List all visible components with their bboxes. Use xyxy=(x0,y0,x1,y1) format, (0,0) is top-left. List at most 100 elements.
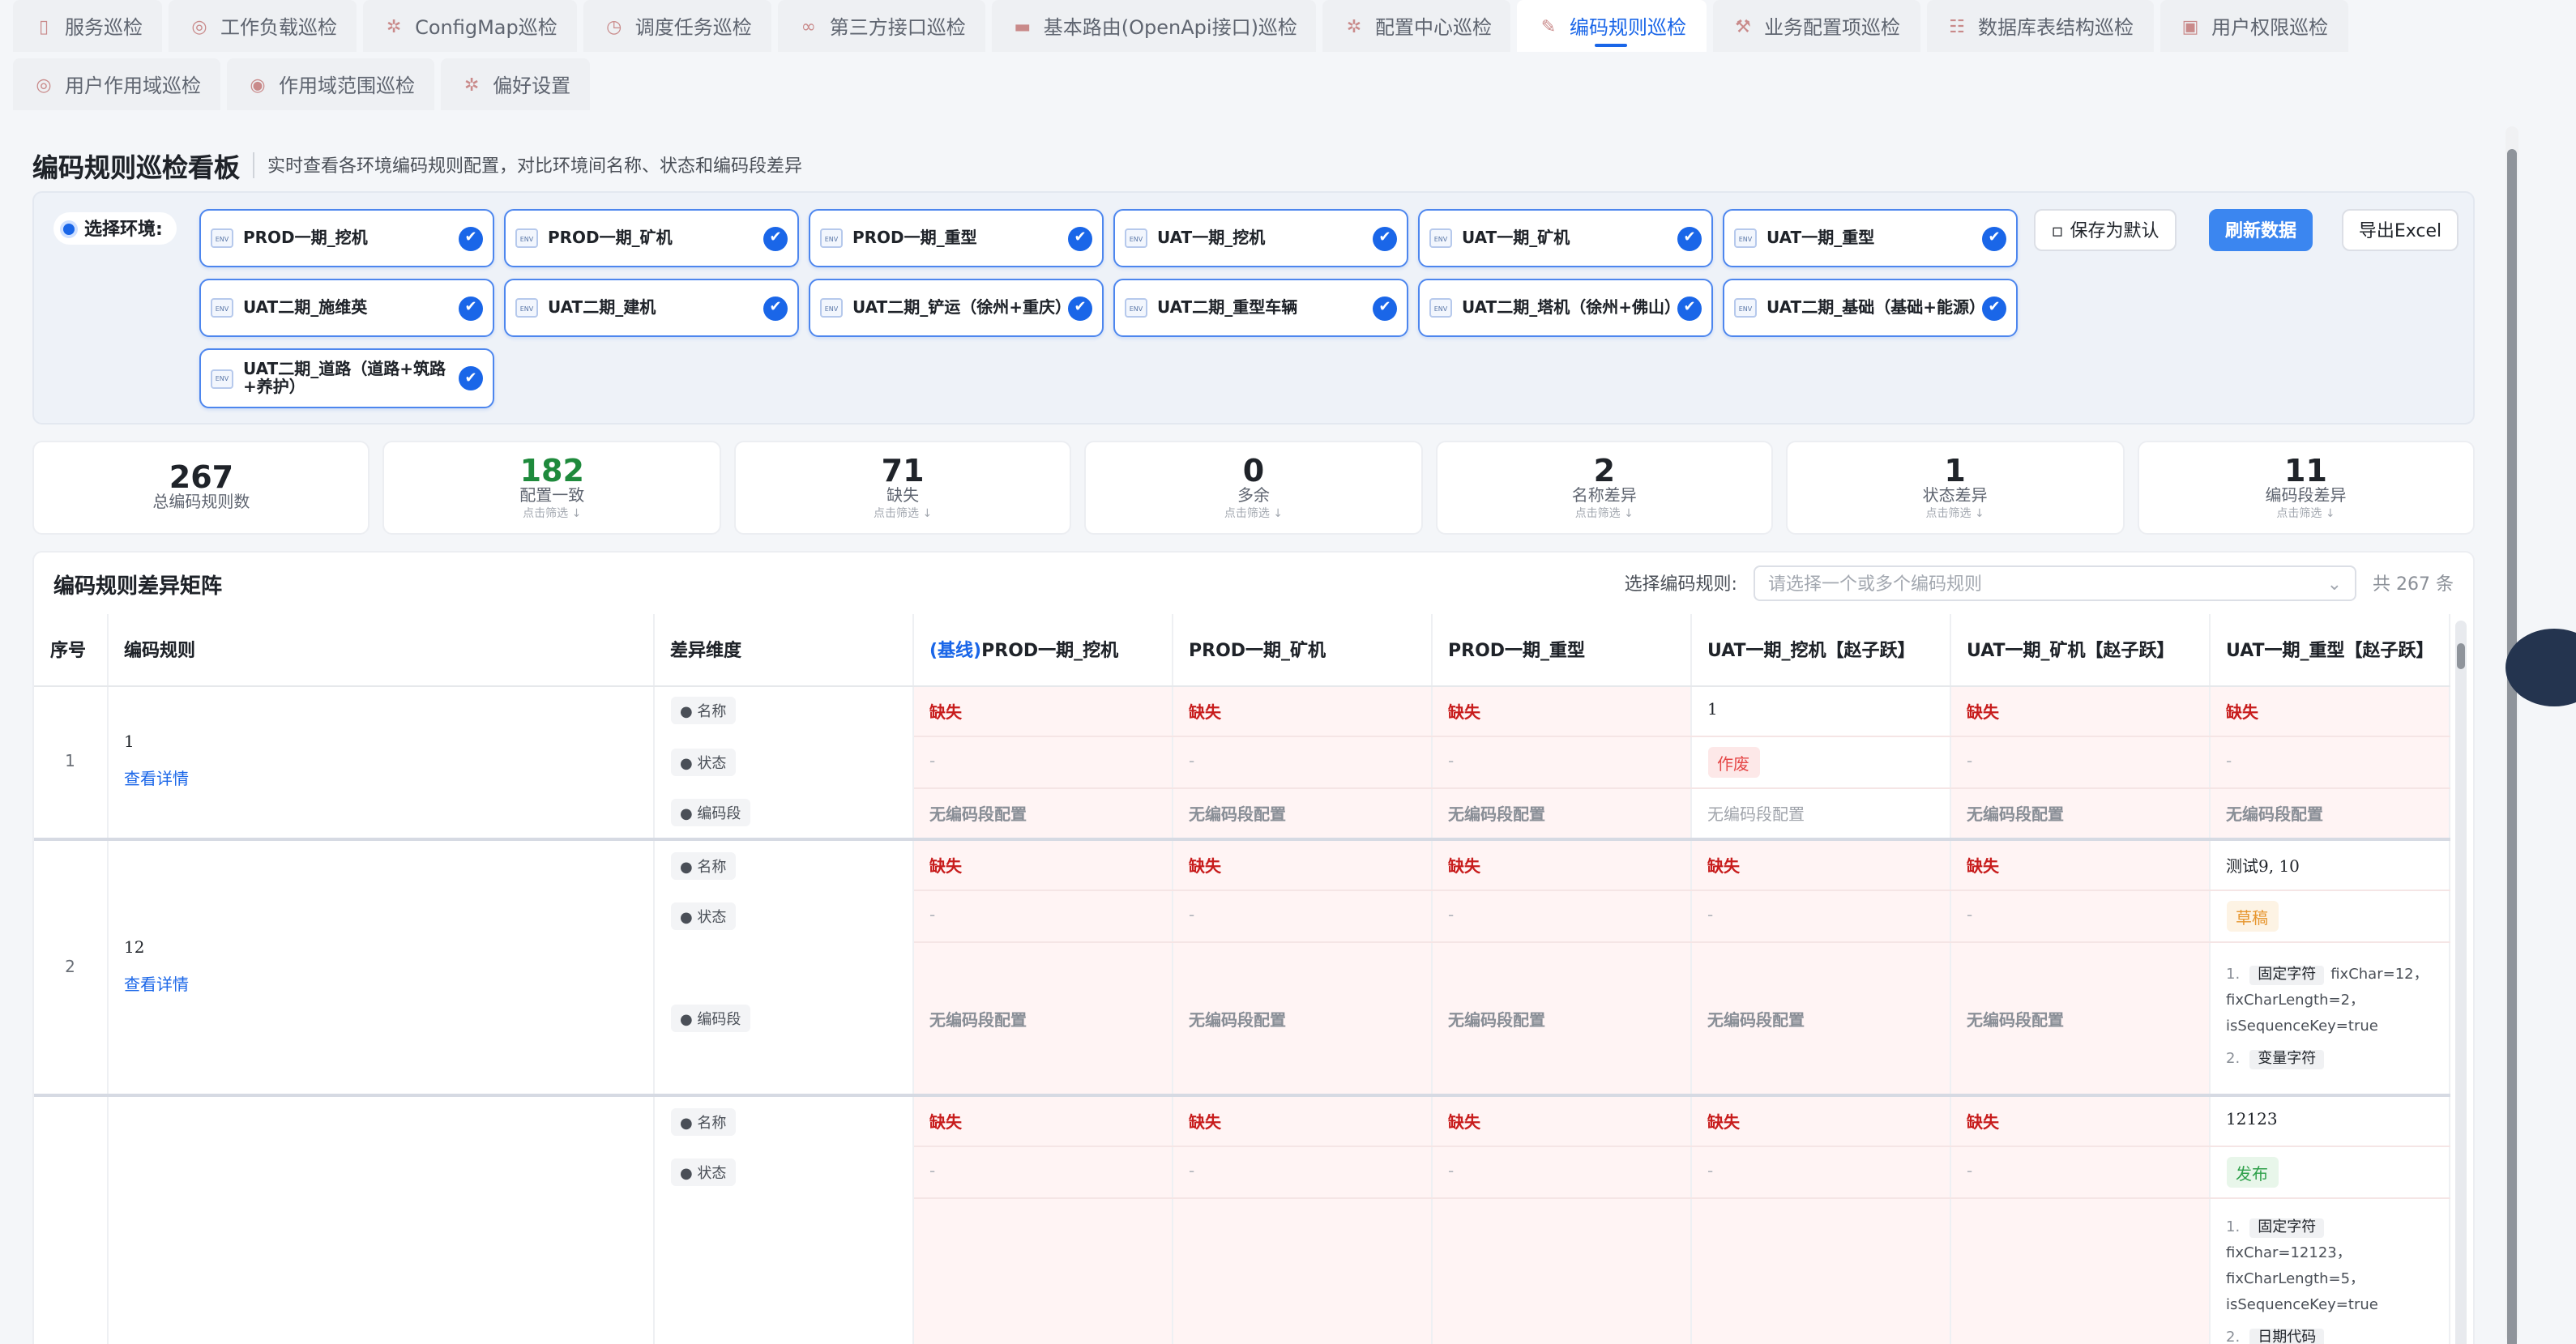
missing-value: 缺失 xyxy=(1967,1115,1999,1133)
status-badge: 发布 xyxy=(2226,1156,2278,1187)
tab-preferences[interactable]: ✲ 偏好设置 xyxy=(441,58,591,110)
dimension-cell: ● 编码段 xyxy=(653,941,913,1095)
segment-index: 2. xyxy=(2226,1052,2241,1069)
value-cell: - xyxy=(1950,736,2210,788)
dimension-cell: ● 名称 xyxy=(653,1094,913,1146)
tab-code-rule[interactable]: ✎ 编码规则巡检 xyxy=(1517,0,1706,52)
stat-missing[interactable]: 71 缺失 点击筛选 ↓ xyxy=(733,441,1072,535)
env-chip[interactable]: ENV UAT二期_塔机（徐州+佛山） ✔ xyxy=(1418,279,1713,337)
stat-segment-diff[interactable]: 11 编码段差异 点击筛选 ↓ xyxy=(2137,441,2475,535)
value-cell: 无编码段配置 xyxy=(1950,787,2210,840)
rule-select[interactable]: 请选择一个或多个编码规则 ⌄ xyxy=(1754,565,2356,601)
rule-cell: 1 查看详情 xyxy=(107,685,654,839)
target-icon: ◎ xyxy=(191,15,207,36)
env-chip-label: UAT二期_重型车辆 xyxy=(1157,299,1298,317)
value-cell: 无编码段配置 xyxy=(912,787,1173,840)
stat-label: 缺失 xyxy=(886,487,920,505)
value-cell: 缺失 xyxy=(2209,685,2450,736)
check-icon: ✔ xyxy=(1982,226,2006,250)
empty-value: - xyxy=(1189,1163,1195,1180)
tab-user-permission[interactable]: ▣ 用户权限巡检 xyxy=(2159,0,2348,52)
value-cell: 缺失 xyxy=(1690,1094,1950,1146)
env-chip[interactable]: ENV UAT一期_挖机 ✔ xyxy=(1113,209,1408,267)
tab-third-party[interactable]: ∞ 第三方接口巡检 xyxy=(777,0,985,52)
tab-label: 用户权限巡检 xyxy=(2211,15,2329,38)
no-segment-text: 无编码段配置 xyxy=(1967,1012,2064,1030)
tab-scope-range[interactable]: ◉ 作用域范围巡检 xyxy=(227,58,435,110)
export-excel-label: 导出Excel xyxy=(2358,220,2442,241)
env-icon: ENV xyxy=(211,369,233,388)
scrollbar-thumb[interactable] xyxy=(2457,643,2465,669)
tab-schedule[interactable]: ◷ 调度任务巡检 xyxy=(583,0,771,52)
stat-status-diff[interactable]: 1 状态差异 点击筛选 ↓ xyxy=(1786,441,2125,535)
tab-label: 数据库表结构巡检 xyxy=(1978,15,2134,38)
value-cell: - xyxy=(912,890,1173,942)
tab-user-scope[interactable]: ◎ 用户作用域巡检 xyxy=(13,58,221,110)
chevron-down-icon: ⌄ xyxy=(2326,573,2342,594)
dimension-cell: ● 名称 xyxy=(653,838,913,890)
env-icon: ENV xyxy=(1125,228,1147,248)
tab-configmap[interactable]: ✲ ConfigMap巡检 xyxy=(363,0,577,52)
table-scrollbar[interactable] xyxy=(2455,621,2467,1344)
stat-consistent[interactable]: 182 配置一致 点击筛选 ↓ xyxy=(382,441,721,535)
empty-value: - xyxy=(2226,753,2232,770)
stat-label: 编码段差异 xyxy=(2265,487,2347,505)
table-row: 2 12 查看详情 ● 名称 缺失 缺失 缺失 缺失 缺失 测试9, 10 xyxy=(34,838,2450,1095)
scrollbar-thumb[interactable] xyxy=(2507,149,2517,1344)
value-cell: - xyxy=(1431,890,1691,942)
value-cell xyxy=(912,1197,1173,1344)
stat-extra[interactable]: 0 多余 点击筛选 ↓ xyxy=(1084,441,1423,535)
env-chip[interactable]: ENV PROD一期_挖机 ✔ xyxy=(199,209,494,267)
env-chip[interactable]: ENV UAT二期_道路（道路+筑路+养护） ✔ xyxy=(199,348,494,408)
column-header: 编码规则 xyxy=(107,614,654,686)
tab-label: 服务巡检 xyxy=(65,15,143,38)
dimension-cell: ● 编码段 xyxy=(653,787,913,839)
refresh-data-button[interactable]: 刷新数据 xyxy=(2209,209,2313,251)
env-icon: ENV xyxy=(820,298,843,318)
tab-bar: ▯ 服务巡检 ◎ 工作负载巡检 ✲ ConfigMap巡检 ◷ 调度任务巡检 ∞ 第三方接… xyxy=(13,0,2476,117)
env-chip[interactable]: ENV UAT二期_基础（基础+能源） ✔ xyxy=(1723,279,2018,337)
missing-value: 缺失 xyxy=(929,859,962,877)
env-chip-label: UAT二期_铲运（徐州+重庆） xyxy=(852,299,1071,317)
env-chip[interactable]: ENV UAT二期_重型车辆 ✔ xyxy=(1113,279,1408,337)
view-detail-link[interactable]: 查看详情 xyxy=(124,766,636,790)
env-chip[interactable]: ENV UAT一期_矿机 ✔ xyxy=(1418,209,1713,267)
stat-name-diff[interactable]: 2 名称差异 点击筛选 ↓ xyxy=(1435,441,1774,535)
tab-label: 用户作用域巡检 xyxy=(65,74,202,96)
dimension-tag: ● 状态 xyxy=(670,902,737,929)
env-chip[interactable]: ENV UAT二期_建机 ✔ xyxy=(504,279,799,337)
value-cell: 无编码段配置 xyxy=(1172,787,1432,840)
no-segment-text: 无编码段配置 xyxy=(1189,1012,1286,1030)
page-scrollbar[interactable] xyxy=(2506,126,2518,1344)
tab-workload[interactable]: ◎ 工作负载巡检 xyxy=(169,0,357,52)
row-index xyxy=(34,1094,108,1344)
value-cell: 缺失 xyxy=(912,838,1173,890)
no-segment-text: 无编码段配置 xyxy=(929,1012,1027,1030)
value-cell: 无编码段配置 xyxy=(1431,941,1691,1096)
stat-value: 0 xyxy=(1242,453,1265,489)
stat-hint: 点击筛选 ↓ xyxy=(2276,506,2335,519)
rule-cell xyxy=(107,1094,654,1344)
empty-value: - xyxy=(929,1163,936,1180)
lock-icon: ▣ xyxy=(2181,15,2199,36)
tab-db-schema[interactable]: ☷ 数据库表结构巡检 xyxy=(1926,0,2154,52)
export-excel-button[interactable]: 导出Excel xyxy=(2342,209,2459,251)
tab-openapi-route[interactable]: ▬ 基本路由(OpenApi接口)巡检 xyxy=(991,0,1317,52)
env-chip[interactable]: ENV PROD一期_重型 ✔ xyxy=(809,209,1104,267)
target-icon: ◎ xyxy=(36,74,52,95)
value-cell: 缺失 xyxy=(1431,685,1691,736)
env-chip[interactable]: ENV PROD一期_矿机 ✔ xyxy=(504,209,799,267)
env-icon: ENV xyxy=(1125,298,1147,318)
tab-config-center[interactable]: ✲ 配置中心巡检 xyxy=(1322,0,1511,52)
save-default-button[interactable]: ▫ 保存为默认 xyxy=(2034,209,2177,251)
empty-value: - xyxy=(1967,907,1973,924)
stat-value: 1 xyxy=(1944,453,1966,489)
env-chip[interactable]: ENV UAT一期_重型 ✔ xyxy=(1723,209,2018,267)
env-chip[interactable]: ENV UAT二期_施维英 ✔ xyxy=(199,279,494,337)
gear-icon: ✲ xyxy=(464,74,480,95)
env-chip[interactable]: ENV UAT二期_铲运（徐州+重庆） ✔ xyxy=(809,279,1104,337)
view-detail-link[interactable]: 查看详情 xyxy=(124,971,636,995)
tab-service[interactable]: ▯ 服务巡检 xyxy=(13,0,163,52)
tab-business-config[interactable]: ⚒ 业务配置项巡检 xyxy=(1712,0,1920,52)
segment-list: 1. 固定字符 fixChar=12，fixCharLength=2，isSeque… xyxy=(2226,957,2432,1080)
